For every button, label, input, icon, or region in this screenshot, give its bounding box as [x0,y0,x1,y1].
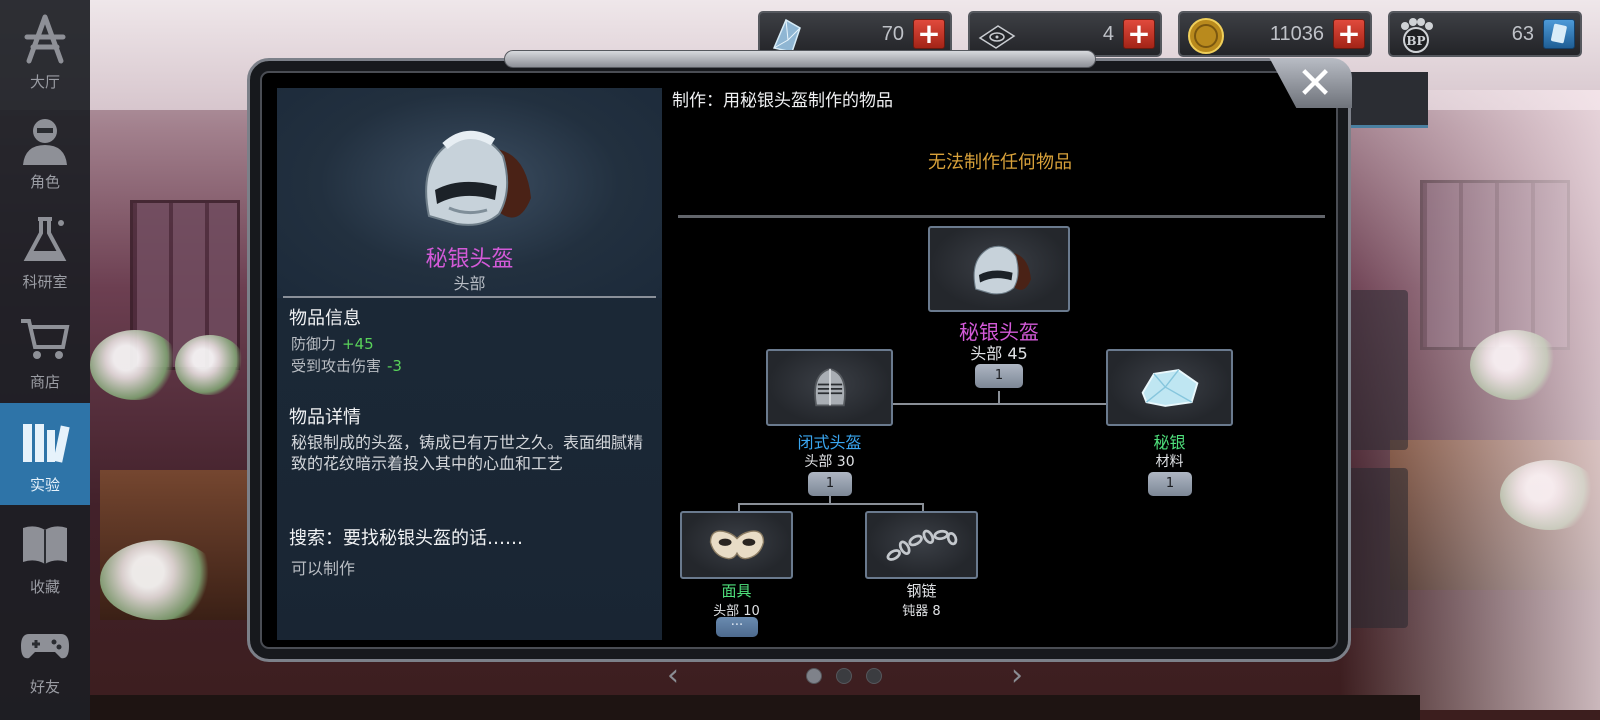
sidebar-item-label: 角色 [29,173,60,191]
stat-label: 防御力 [291,335,337,353]
mithril-helmet-icon [973,245,1031,295]
details-heading: 物品详情 [289,407,361,428]
sidebar-item-lobby[interactable]: 大厅 [0,0,90,102]
modal-rail [504,50,1096,68]
search-text: 可以制作 [291,559,356,578]
chain-icon [886,529,957,561]
node-sub: 头部 30 [804,454,855,470]
node-qty-badge: 1 [975,364,1023,388]
coin-icon [1186,16,1226,56]
currency-value: 70 [881,23,904,45]
currency-value: 4 [1102,23,1114,45]
mithril-helmet-icon [425,131,531,226]
add-disk-button[interactable]: + [1123,19,1155,49]
page-dot[interactable] [836,668,852,684]
node-qty-badge: 1 [1148,472,1192,496]
divider [283,296,656,298]
tree-connector [998,391,1000,403]
stat-label: 受到攻击伤害 [291,357,382,375]
svg-text:BP: BP [1406,34,1425,48]
page-dot[interactable] [806,668,822,684]
stat-value: +45 [342,335,374,353]
tree-node-mask[interactable] [680,511,793,579]
stat-row: 受到攻击伤害 -3 [291,355,402,376]
search-heading: 搜索：要找秘银头盔的话…… [289,528,523,549]
add-crystal-button[interactable]: + [913,19,945,49]
sidebar-item-label: 实验 [29,476,60,494]
empty-craft-message: 无法制作任何物品 [928,152,1072,173]
tree-node-steel-chain[interactable] [865,511,978,579]
character-icon [17,111,73,167]
add-gold-button[interactable]: + [1333,19,1365,49]
sidebar-item-shop[interactable]: 商店 [0,300,90,402]
card-icon [1551,23,1567,44]
lobby-icon [17,11,73,67]
item-info-panel: 秘银头盔 头部 物品信息 防御力 +45 受到攻击伤害 -3 物品详情 秘银制成的头… [277,88,662,640]
stat-row: 防御力 +45 [291,333,374,354]
item-name: 秘银头盔 [425,247,514,272]
close-button[interactable]: ✕ [1292,62,1338,108]
node-sub: 头部 45 [970,344,1028,363]
main-sidebar: 大厅 角色 科研室 商店 实验 收藏 好友 [0,0,90,720]
sidebar-item-label: 商店 [29,373,60,391]
tree-connector [893,403,1106,405]
sidebar-item-label: 好友 [29,678,60,696]
currency-gold: 11036 + [1178,11,1372,57]
books-icon [17,414,73,470]
sidebar-item-experiment[interactable]: 实验 [0,403,90,505]
node-sub: 钝器 8 [902,604,941,619]
next-page-arrow[interactable]: › [1004,660,1030,692]
tree-connector [829,495,831,505]
item-slot: 头部 [453,274,486,293]
sidebar-item-collection[interactable]: 收藏 [0,505,90,607]
currency-value: 63 [1511,23,1534,45]
flask-icon [17,211,73,267]
details-text: 秘银制成的头盔，铸成已有万世之久。表面细腻精致的花纹暗示着投入其中的心血和工艺 [291,433,644,473]
sidebar-item-label: 大厅 [29,73,60,91]
book-icon [17,516,73,572]
node-sub: 材料 [1155,454,1184,470]
currency-value: 11036 [1269,23,1324,45]
bp-card-button[interactable] [1543,19,1575,49]
tree-node-closed-helm[interactable] [766,349,893,426]
mithril-ore-icon [1141,368,1198,407]
node-name: 秘银 [1153,433,1186,452]
tree-node-root[interactable] [928,226,1070,312]
tree-node-mithril[interactable] [1106,349,1233,426]
node-name: 面具 [721,582,752,600]
info-heading: 物品信息 [289,308,361,329]
mask-icon [709,530,764,560]
node-name: 闭式头盔 [797,433,862,452]
sidebar-item-friends[interactable]: 好友 [0,605,90,707]
node-qty-badge: 1 [808,472,852,496]
craft-title: 制作：用秘银头盔制作的物品 [672,91,893,111]
node-name: 钢链 [906,582,937,600]
cart-icon [17,311,73,367]
tree-connector [738,503,924,505]
sidebar-item-character[interactable]: 角色 [0,100,90,202]
craft-divider [678,215,1325,218]
background-panel [1340,72,1428,128]
closed-helmet-icon [813,367,846,406]
expand-more-button[interactable]: ··· [716,617,758,637]
stat-value: -3 [387,357,402,375]
gamepad-icon [17,616,73,672]
sidebar-item-lab[interactable]: 科研室 [0,200,90,302]
sidebar-item-label: 科研室 [22,273,68,291]
page-dot[interactable] [866,668,882,684]
bp-paw-icon: BP [1396,16,1436,56]
currency-bp: BP 63 [1388,11,1582,57]
prev-page-arrow[interactable]: ‹ [660,660,686,692]
sidebar-item-label: 收藏 [29,578,60,596]
